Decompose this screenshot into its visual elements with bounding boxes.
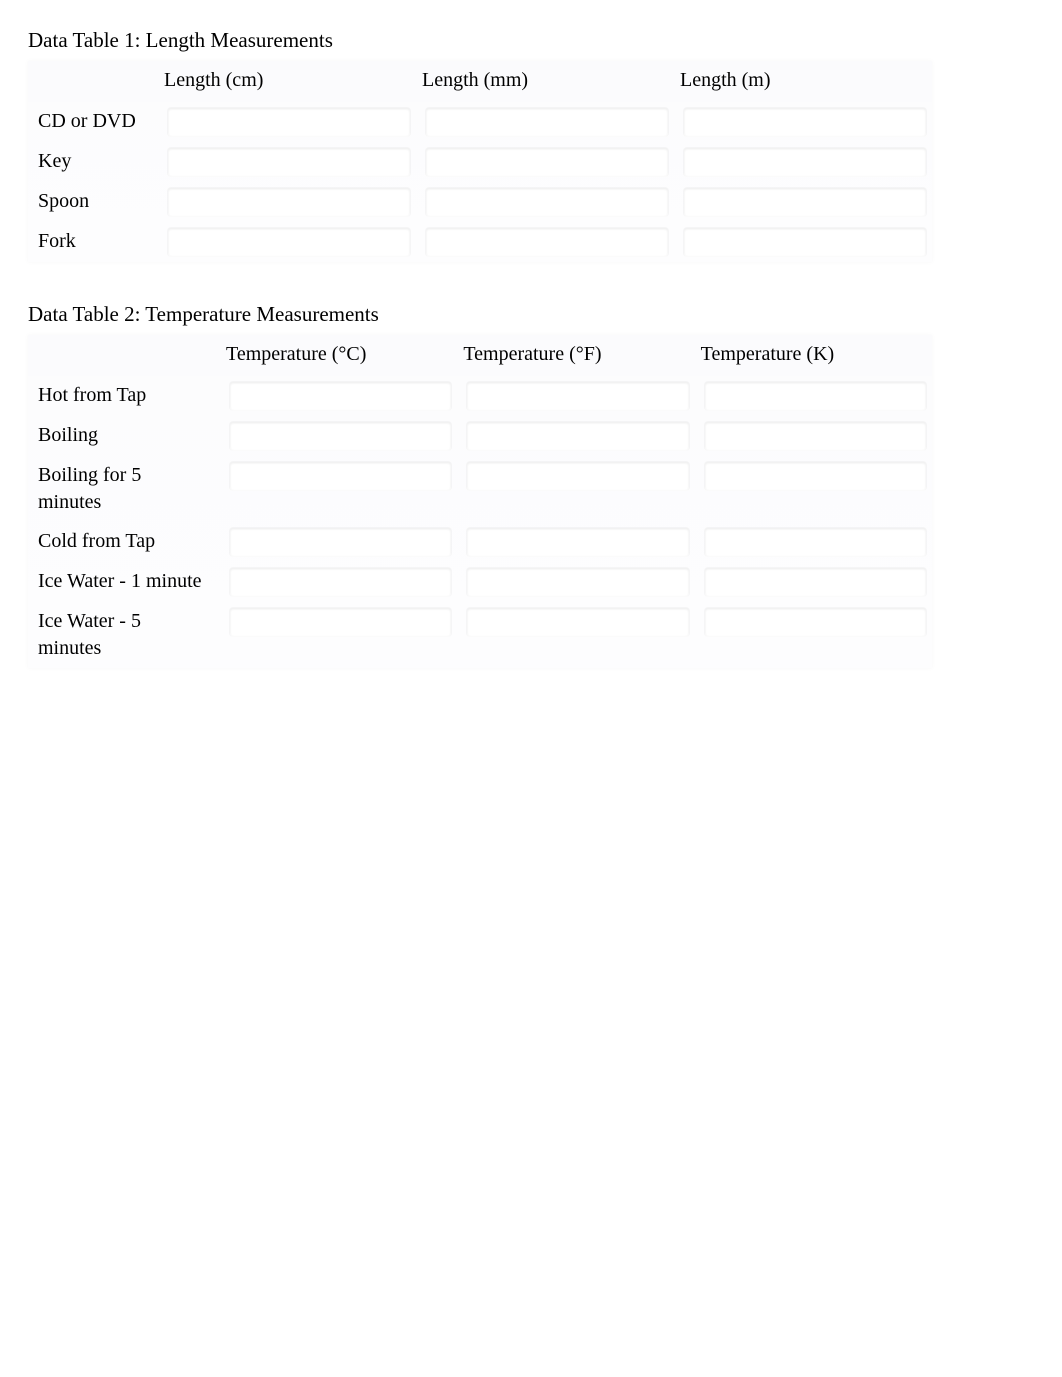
table-row: CD or DVD: [28, 102, 932, 142]
temp-c-input[interactable]: [230, 528, 451, 556]
table-row: Boiling: [28, 416, 932, 456]
table-row: Hot from Tap: [28, 376, 932, 416]
table-row: Fork: [28, 222, 932, 262]
temp-f-input[interactable]: [467, 382, 688, 410]
row-label: Boiling for 5 minutes: [28, 456, 220, 522]
row-label: Ice Water - 5 minutes: [28, 602, 220, 668]
length-m-input[interactable]: [684, 188, 926, 216]
length-mm-input[interactable]: [426, 188, 668, 216]
table1-title: Data Table 1: Length Measurements: [28, 28, 1034, 53]
table-row: Ice Water - 5 minutes: [28, 602, 932, 668]
row-label: Cold from Tap: [28, 522, 220, 562]
length-m-input[interactable]: [684, 148, 926, 176]
length-measurements-table: Length (cm) Length (mm) Length (m) CD or…: [28, 61, 932, 262]
temp-f-input[interactable]: [467, 608, 688, 636]
temp-k-input[interactable]: [705, 608, 926, 636]
length-mm-input[interactable]: [426, 228, 668, 256]
table-row: Ice Water - 1 minute: [28, 562, 932, 602]
row-label: Spoon: [28, 182, 158, 222]
length-cm-input[interactable]: [168, 148, 410, 176]
length-cm-input[interactable]: [168, 108, 410, 136]
table1-col-cm: Length (cm): [158, 61, 416, 102]
row-label: CD or DVD: [28, 102, 158, 142]
temp-k-input[interactable]: [705, 528, 926, 556]
temp-c-input[interactable]: [230, 382, 451, 410]
table2-corner: [28, 335, 220, 376]
table-row: Boiling for 5 minutes: [28, 456, 932, 522]
length-m-input[interactable]: [684, 108, 926, 136]
row-label: Boiling: [28, 416, 220, 456]
table2-col-celsius: Temperature (°C): [220, 335, 457, 376]
table-row: Key: [28, 142, 932, 182]
table2-col-kelvin: Temperature (K): [695, 335, 932, 376]
temp-c-input[interactable]: [230, 422, 451, 450]
length-m-input[interactable]: [684, 228, 926, 256]
temperature-measurements-table: Temperature (°C) Temperature (°F) Temper…: [28, 335, 932, 668]
row-label: Ice Water - 1 minute: [28, 562, 220, 602]
row-label: Fork: [28, 222, 158, 262]
row-label: Key: [28, 142, 158, 182]
table-row: Cold from Tap: [28, 522, 932, 562]
table2-title: Data Table 2: Temperature Measurements: [28, 302, 1034, 327]
temp-k-input[interactable]: [705, 462, 926, 490]
temp-f-input[interactable]: [467, 528, 688, 556]
temp-k-input[interactable]: [705, 568, 926, 596]
table1-col-mm: Length (mm): [416, 61, 674, 102]
row-label: Hot from Tap: [28, 376, 220, 416]
temp-k-input[interactable]: [705, 422, 926, 450]
temp-k-input[interactable]: [705, 382, 926, 410]
table1-corner: [28, 61, 158, 102]
table2-col-fahrenheit: Temperature (°F): [457, 335, 694, 376]
temp-c-input[interactable]: [230, 568, 451, 596]
temp-f-input[interactable]: [467, 422, 688, 450]
length-mm-input[interactable]: [426, 108, 668, 136]
temp-c-input[interactable]: [230, 462, 451, 490]
length-mm-input[interactable]: [426, 148, 668, 176]
table-row: Spoon: [28, 182, 932, 222]
table1-col-m: Length (m): [674, 61, 932, 102]
temp-c-input[interactable]: [230, 608, 451, 636]
length-cm-input[interactable]: [168, 228, 410, 256]
temp-f-input[interactable]: [467, 568, 688, 596]
temp-f-input[interactable]: [467, 462, 688, 490]
length-cm-input[interactable]: [168, 188, 410, 216]
